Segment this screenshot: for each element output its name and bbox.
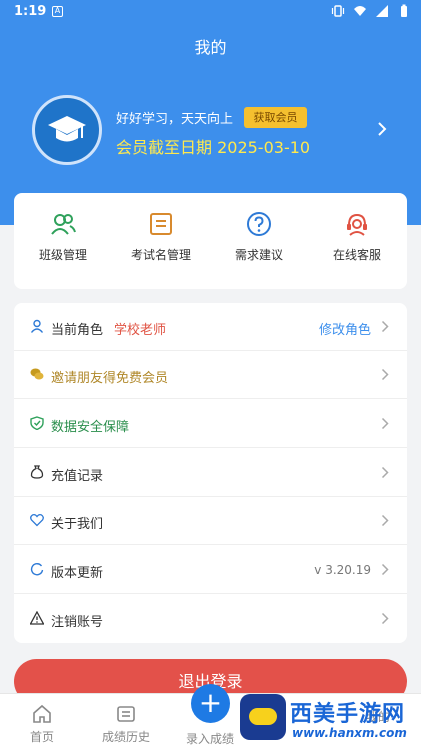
exam-manage-label: 考试名管理 [130,248,191,262]
settings-list: 当前角色 学校老师 修改角色 邀请朋友得免费会员 数据安全保障 充值记录 关于我… [14,303,407,643]
battery-icon [401,4,407,17]
vip-expire-date: 会员截至日期 2025-03-10 [116,138,311,157]
row-label: 当前角色 [51,323,104,338]
question-icon [247,212,271,236]
chevron-right-icon [381,466,389,479]
row-label: 版本更新 [51,566,104,581]
add-score-button[interactable]: + [191,684,230,723]
avatar[interactable] [32,95,102,165]
watermark: 西美手游网 www.hanxm.com [234,692,421,750]
tab-label: 首页 [29,730,54,744]
page-title: 我的 [194,38,227,57]
row-label: 关于我们 [51,517,104,532]
row-label: 邀请朋友得免费会员 [51,371,169,386]
online-service-button[interactable]: 在线客服 [308,211,406,263]
heart-icon [30,513,44,527]
wifi-icon [354,6,366,16]
wechat-icon [30,368,44,380]
row-current-role[interactable]: 当前角色 学校老师 修改角色 [14,303,407,351]
tab-score-history[interactable]: 成绩历史 [84,704,168,745]
tab-home[interactable]: 首页 [0,704,84,745]
class-manage-button[interactable]: 班级管理 [14,211,112,263]
row-label: 注销账号 [51,615,104,630]
signal-icon [376,5,388,17]
home-icon [33,704,51,723]
slogan-text: 好好学习，天天向上 [116,112,234,127]
watermark-url: www.hanxm.com [292,726,407,740]
chevron-right-icon[interactable] [376,121,388,137]
chevron-right-icon [381,417,389,430]
row-data-security[interactable]: 数据安全保障 [14,400,407,448]
notification-icon: A [52,6,63,17]
tab-label: 成绩历史 [101,730,150,744]
feedback-label: 需求建议 [234,248,283,262]
class-group-icon [51,214,76,235]
row-label: 充值记录 [51,469,104,484]
class-manage-label: 班级管理 [38,248,87,262]
feedback-button[interactable]: 需求建议 [210,211,308,263]
row-about-us[interactable]: 关于我们 [14,497,407,545]
user-icon [30,319,44,333]
quick-actions-card: 班级管理 考试名管理 需求建议 在线客服 [14,193,407,289]
customer-service-icon [347,213,367,236]
score-history-icon [117,706,135,722]
current-role-value: 学校老师 [114,323,167,338]
chevron-right-icon [381,612,389,625]
money-bag-icon [30,465,44,479]
exam-list-icon [150,213,172,235]
graduation-cap-icon [48,116,86,142]
refresh-icon [30,563,44,576]
chevron-right-icon [381,514,389,527]
row-invite-friends[interactable]: 邀请朋友得免费会员 [14,351,407,399]
row-version-update[interactable]: 版本更新 v 3.20.19 [14,546,407,594]
gamepad-logo-icon [240,694,286,740]
vibrate-icon [331,5,345,17]
get-vip-button[interactable]: 获取会员 [244,107,307,128]
chevron-right-icon [381,563,389,576]
row-recharge-records[interactable]: 充值记录 [14,449,407,497]
chevron-right-icon [381,368,389,381]
warning-icon [30,611,44,625]
version-number: v 3.20.19 [314,563,371,577]
watermark-title: 西美手游网 [290,702,406,727]
row-label: 数据安全保障 [51,420,130,435]
change-role-link[interactable]: 修改角色 [319,319,371,338]
status-bar: 1:19 A [0,0,421,24]
chevron-right-icon [381,320,389,333]
status-time: 1:19 [14,4,47,19]
shield-check-icon [30,416,44,430]
online-service-label: 在线客服 [332,248,381,262]
exam-manage-button[interactable]: 考试名管理 [112,211,210,263]
row-delete-account[interactable]: 注销账号 [14,595,407,643]
